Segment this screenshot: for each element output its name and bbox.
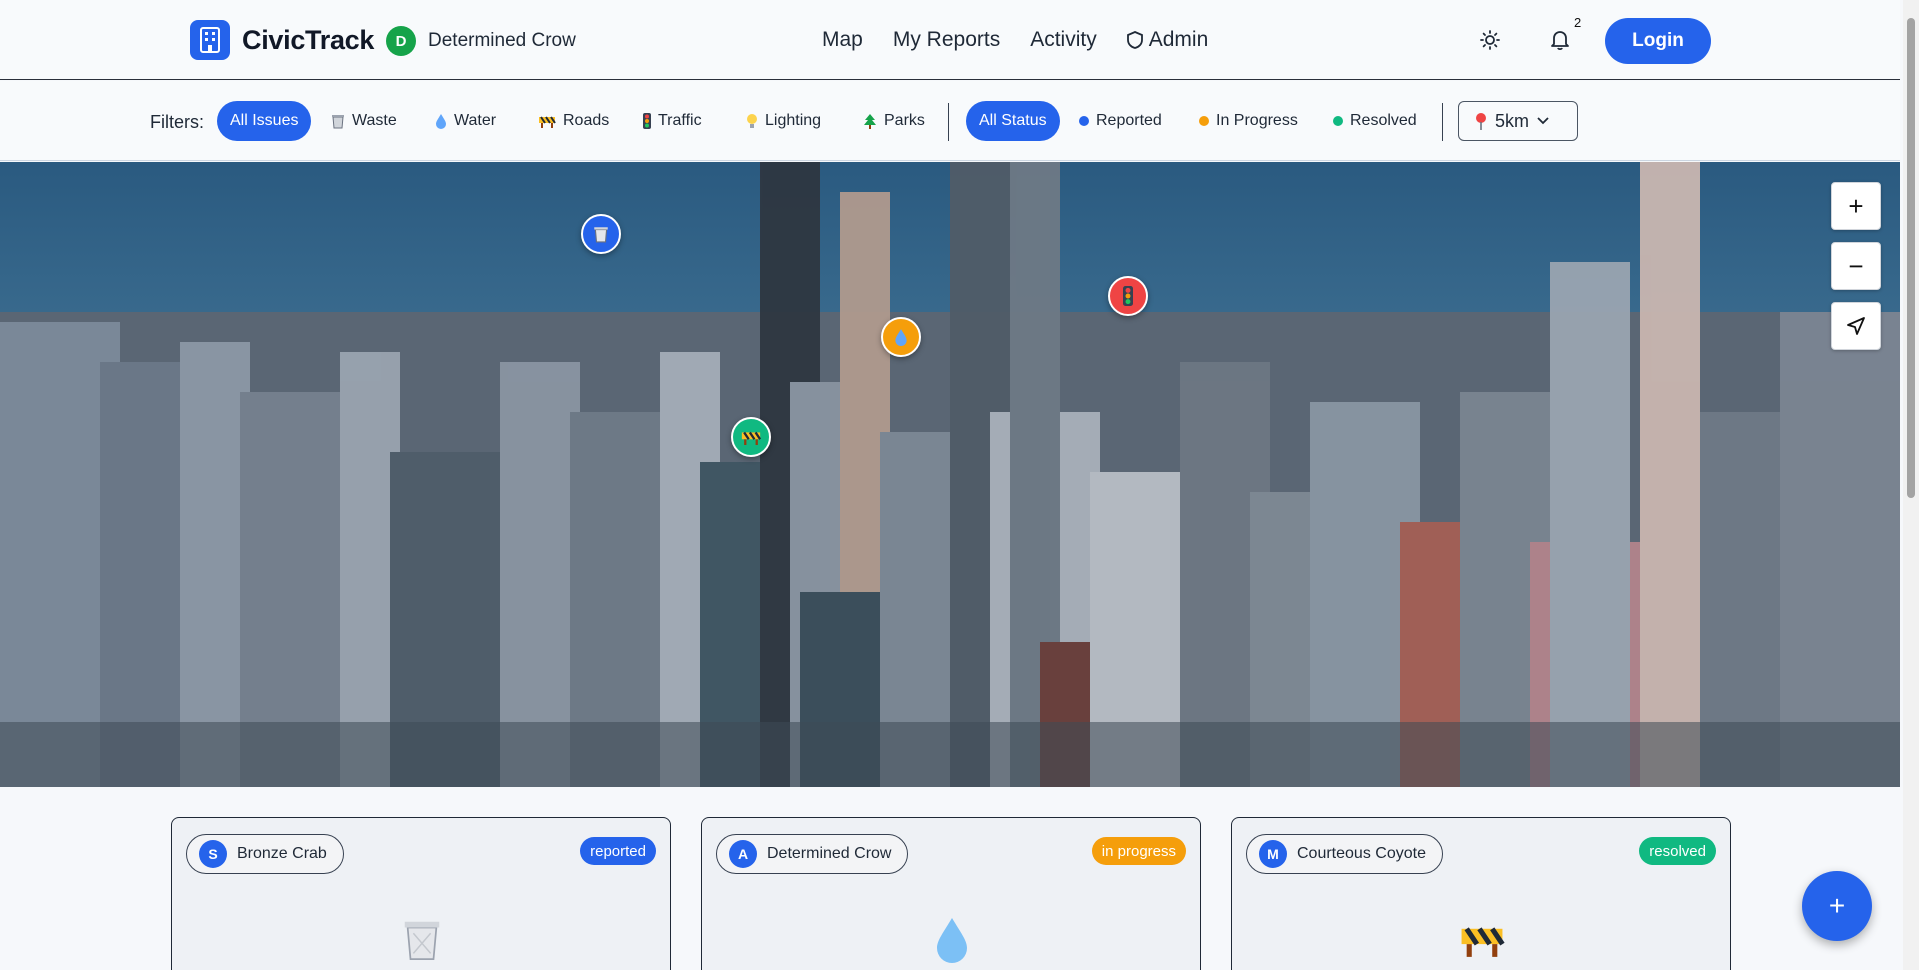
map-marker-water[interactable] [881,317,921,357]
reporter-name: Bronze Crab [237,845,327,862]
chip-label: In Progress [1216,112,1298,129]
zoom-out-button[interactable]: − [1831,242,1881,290]
trash-icon [397,914,447,964]
pin-icon [1476,113,1486,130]
city-skyline-image [0,162,1900,787]
droplet-icon [895,329,907,346]
chip-label: All Status [979,112,1047,129]
scrollbar-thumb[interactable] [1907,18,1915,498]
issues-map[interactable]: + − [0,162,1900,787]
status-badge: in progress [1091,837,1186,865]
barrier-icon [539,116,556,128]
trash-icon [594,227,608,243]
map-marker-traffic[interactable] [1108,276,1148,316]
brand-name: CivicTrack [242,24,375,55]
issue-card[interactable]: S Bronze Crab reported [171,817,671,970]
status-dot [1333,116,1343,126]
chip-label: Roads [563,112,610,129]
login-button[interactable]: Login [1605,18,1711,64]
card-reporter[interactable]: A Determined Crow [716,834,909,874]
notification-count-badge: 2 [1574,15,1582,30]
theme-toggle-button[interactable] [1472,22,1508,58]
traffic-light-icon [1123,286,1133,306]
filter-all-status[interactable]: All Status [966,101,1060,141]
barrier-icon [741,431,762,445]
filter-reported[interactable]: Reported [1066,101,1175,141]
chip-label: Parks [884,112,925,129]
filter-divider [948,103,949,141]
zoom-in-button[interactable]: + [1831,182,1881,230]
avatar: A [729,840,757,868]
filter-parks[interactable]: Parks [850,101,938,141]
filter-roads[interactable]: Roads [525,101,622,141]
filter-traffic[interactable]: Traffic [630,101,715,141]
nav-admin[interactable]: Admin [1126,28,1209,52]
filter-resolved[interactable]: Resolved [1320,101,1430,141]
chip-label: Water [454,112,497,129]
traffic-light-icon [643,113,651,129]
page-scrollbar[interactable] [1903,0,1919,970]
chip-label: Traffic [658,112,702,129]
shield-icon [1126,31,1143,49]
notifications-button[interactable] [1542,22,1578,58]
navigation-arrow-icon [1847,317,1865,335]
reporter-name: Determined Crow [767,845,892,862]
current-user[interactable]: D Determined Crow [386,26,576,56]
chip-label: All Issues [230,112,299,129]
main-nav: Map My Reports Activity Admin [822,28,1208,52]
avatar: M [1259,840,1287,868]
nav-activity[interactable]: Activity [1030,28,1097,52]
filters-bar: Filters: All Issues Waste Water Roads Tr… [0,81,1900,161]
building-icon [190,20,230,60]
bulb-icon [747,114,757,128]
radius-value: 5km [1495,110,1530,131]
nav-admin-label: Admin [1148,28,1209,51]
brand[interactable]: CivicTrack [190,20,374,60]
barrier-icon [1457,914,1507,964]
issue-card[interactable]: M Courteous Coyote resolved [1231,817,1731,970]
reporter-name: Courteous Coyote [1297,845,1426,862]
nav-my-reports[interactable]: My Reports [893,28,1000,52]
map-marker-waste[interactable] [581,214,621,254]
filters-label: Filters: [150,112,204,132]
status-dot [1079,116,1089,126]
chip-label: Reported [1096,112,1162,129]
sun-icon [1480,30,1500,50]
nav-map[interactable]: Map [822,28,863,52]
status-badge: reported [580,837,656,865]
status-dot [1199,116,1209,126]
issue-card[interactable]: A Determined Crow in progress [701,817,1201,970]
droplet-icon [927,914,977,964]
filter-lighting[interactable]: Lighting [733,101,834,141]
user-name: Determined Crow [428,30,576,51]
chevron-down-icon [1537,117,1549,125]
chip-label: Waste [352,112,397,129]
card-reporter[interactable]: M Courteous Coyote [1246,834,1443,874]
locate-me-button[interactable] [1831,302,1881,350]
tree-icon [864,114,876,129]
filter-waste[interactable]: Waste [318,101,410,141]
filter-divider [1442,103,1443,141]
bell-icon [1551,31,1569,51]
radius-select[interactable]: 5km [1458,101,1578,141]
filter-all-issues[interactable]: All Issues [217,101,312,141]
add-report-button[interactable]: + [1802,871,1872,941]
filter-in-progress[interactable]: In Progress [1186,101,1311,141]
top-header: CivicTrack D Determined Crow Map My Repo… [0,0,1900,80]
chip-label: Resolved [1350,112,1417,129]
filter-water[interactable]: Water [422,101,509,141]
droplet-icon [436,114,446,129]
status-badge: resolved [1639,837,1716,865]
map-marker-roads[interactable] [731,417,771,457]
card-reporter[interactable]: S Bronze Crab [186,834,344,874]
trash-icon [332,115,344,129]
avatar: S [199,840,227,868]
avatar: D [386,26,416,56]
chip-label: Lighting [765,112,822,129]
